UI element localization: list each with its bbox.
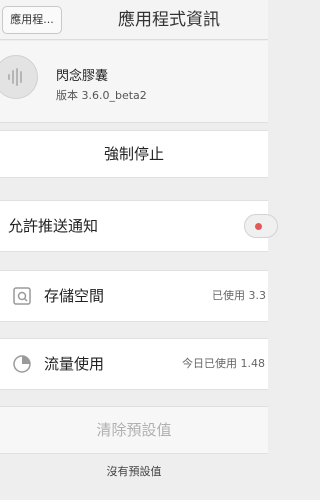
voice-wave-icon xyxy=(0,55,38,99)
page-title: 應用程式資訊 xyxy=(118,10,220,30)
top-bar: 應用程... 應用程式資訊 xyxy=(0,0,268,40)
toggle-indicator xyxy=(255,223,262,230)
data-usage-label: 流量使用 xyxy=(44,355,105,373)
clear-defaults-button[interactable]: 清除預設值 xyxy=(0,406,268,454)
back-button[interactable]: 應用程... xyxy=(2,6,62,34)
app-name: 閃念膠囊 xyxy=(56,69,109,84)
app-info-card: 閃念膠囊 版本 3.6.0_beta2 xyxy=(0,41,268,123)
pie-chart-icon xyxy=(13,355,31,373)
data-usage-value: 今日已使用 1.48 xyxy=(182,357,265,370)
notifications-toggle[interactable] xyxy=(244,214,278,238)
data-usage-row[interactable]: 流量使用 今日已使用 1.48 xyxy=(0,338,268,390)
notifications-label: 允許推送通知 xyxy=(8,217,99,235)
app-version: 版本 3.6.0_beta2 xyxy=(56,89,147,102)
force-stop-button[interactable]: 強制停止 xyxy=(0,130,268,178)
storage-value: 已使用 3.3 xyxy=(212,289,266,302)
notifications-row[interactable]: 允許推送通知 xyxy=(0,200,278,252)
storage-label: 存儲空間 xyxy=(44,287,105,305)
no-defaults-text: 沒有預設值 xyxy=(106,465,162,478)
sd-card-icon xyxy=(13,287,31,305)
voice-wave-glyph xyxy=(8,68,22,86)
storage-row[interactable]: 存儲空間 已使用 3.3 xyxy=(0,270,268,322)
